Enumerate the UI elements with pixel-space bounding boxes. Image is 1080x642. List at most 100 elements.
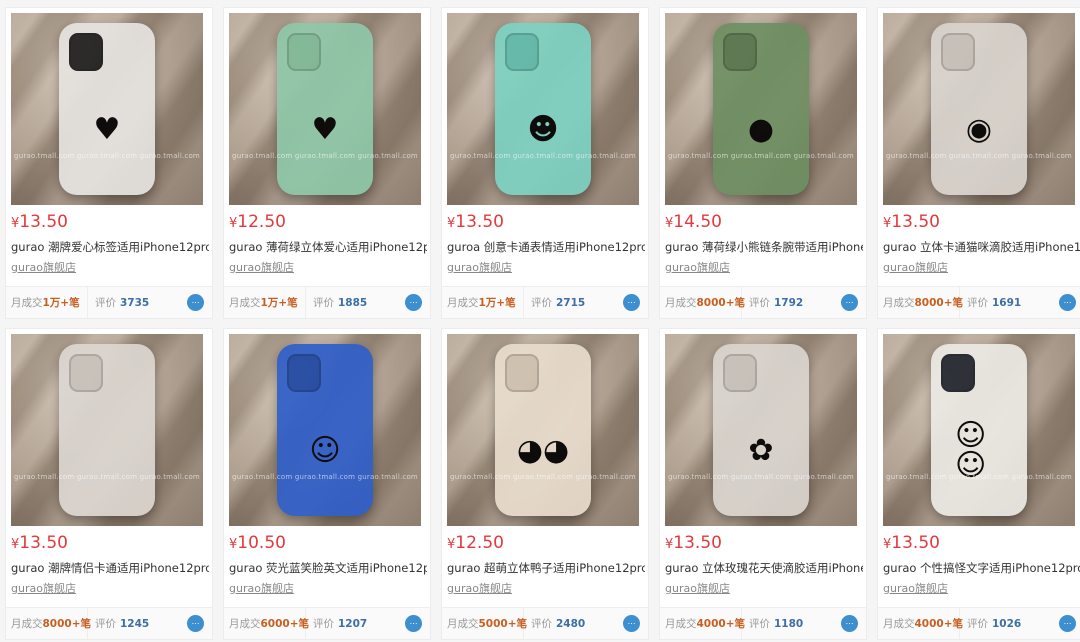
sales-value: 4000+笔 [696,618,746,630]
review-value: 1792 [774,296,804,309]
camera-cutout [69,33,103,71]
price-value: 13.50 [891,533,940,553]
product-card[interactable]: ☺☺ gurao.tmall.com gurao.tmall.com gurao… [877,328,1080,640]
shop-link[interactable]: gurao旗舰店 [665,582,730,596]
product-image[interactable]: ✿ gurao.tmall.com gurao.tmall.com gurao.… [665,334,857,526]
product-title[interactable]: gurao 薄荷绿立体爱心适用iPhone12pr [229,240,427,254]
product-image[interactable]: ◉ gurao.tmall.com gurao.tmall.com gurao.… [883,13,1075,205]
product-card[interactable]: ✿ gurao.tmall.com gurao.tmall.com gurao.… [659,328,867,640]
product-grid: ♥ gurao.tmall.com gurao.tmall.com gurao.… [0,0,1080,642]
watermark: gurao.tmall.com gurao.tmall.com gurao.tm… [450,473,636,481]
review-label: 评价 [95,618,116,630]
shop-link[interactable]: gurao旗舰店 [883,582,948,596]
sales-label: 月成交 [883,618,915,630]
phone-case: ♥ [277,23,373,195]
shop-link[interactable]: gurao旗舰店 [447,261,512,275]
product-image[interactable]: ☺ gurao.tmall.com gurao.tmall.com gurao.… [229,334,421,526]
product-title[interactable]: gurao 立体卡通猫咪滴胶适用iPhone12 [883,240,1080,254]
product-stats: 月成交 8000+笔 评价 1792 ⋯ [660,286,866,318]
phone-case [59,344,155,516]
monthly-sales: 月成交 5000+笔 [442,608,527,639]
product-card[interactable]: gurao.tmall.com gurao.tmall.com gurao.tm… [5,328,213,640]
wangwang-chat-icon[interactable]: ⋯ [187,615,204,632]
product-stats: 月成交 1万+笔 评价 2715 ⋯ [442,286,648,318]
watermark: gurao.tmall.com gurao.tmall.com gurao.tm… [668,473,854,481]
case-decoration: ☺☺ [955,417,987,483]
product-image[interactable]: ☺☺ gurao.tmall.com gurao.tmall.com gurao… [883,334,1075,526]
product-title[interactable]: gurao 薄荷绿小熊链条腕带适用iPhone [665,240,863,254]
product-price: ¥13.50 [665,533,722,555]
product-price: ¥14.50 [665,212,722,234]
case-decoration: ✿ [748,432,774,468]
phone-case: ☻ [495,23,591,195]
product-stats: 月成交 4000+笔 评价 1180 ⋯ [660,607,866,639]
watermark: gurao.tmall.com gurao.tmall.com gurao.tm… [886,473,1072,481]
product-image[interactable]: gurao.tmall.com gurao.tmall.com gurao.tm… [11,334,203,526]
price-value: 14.50 [673,212,722,232]
sales-label: 月成交 [883,297,915,309]
wangwang-chat-icon[interactable]: ⋯ [841,294,858,311]
shop-link[interactable]: gurao旗舰店 [229,261,294,275]
product-title[interactable]: gurao 立体玫瑰花天使滴胶适用iPhone [665,561,863,575]
monthly-sales: 月成交 8000+笔 [660,287,745,318]
wangwang-chat-icon[interactable]: ⋯ [187,294,204,311]
wangwang-chat-icon[interactable]: ⋯ [405,615,422,632]
shop-link[interactable]: gurao旗舰店 [11,261,76,275]
sales-value: 1万+笔 [478,297,516,309]
wangwang-chat-icon[interactable]: ⋯ [1059,294,1076,311]
watermark: gurao.tmall.com gurao.tmall.com gurao.tm… [14,473,200,481]
price-value: 13.50 [673,533,722,553]
price-value: 13.50 [19,533,68,553]
shop-link[interactable]: gurao旗舰店 [665,261,730,275]
sales-label: 月成交 [665,618,697,630]
product-title[interactable]: guroa 创意卡通表情适用iPhone12pro [447,240,645,254]
product-stats: 月成交 1万+笔 评价 3735 ⋯ [6,286,212,318]
product-card[interactable]: ♥ gurao.tmall.com gurao.tmall.com gurao.… [5,7,213,319]
product-title[interactable]: gurao 潮牌爱心标签适用iPhone12pro [11,240,209,254]
product-title[interactable]: gurao 潮牌情侣卡通适用iPhone12pro [11,561,209,575]
review-value: 1245 [120,617,150,630]
product-image[interactable]: ● gurao.tmall.com gurao.tmall.com gurao.… [665,13,857,205]
product-card[interactable]: ● gurao.tmall.com gurao.tmall.com gurao.… [659,7,867,319]
sales-value: 8000+笔 [42,618,92,630]
product-price: ¥13.50 [11,533,68,555]
watermark: gurao.tmall.com gurao.tmall.com gurao.tm… [232,473,418,481]
case-decoration: ☺ [309,432,341,468]
shop-link[interactable]: gurao旗舰店 [229,582,294,596]
wangwang-chat-icon[interactable]: ⋯ [623,615,640,632]
product-image[interactable]: ◕◕ gurao.tmall.com gurao.tmall.com gurao… [447,334,639,526]
monthly-sales: 月成交 8000+笔 [6,608,91,639]
product-card[interactable]: ◉ gurao.tmall.com gurao.tmall.com gurao.… [877,7,1080,319]
monthly-sales: 月成交 4000+笔 [878,608,963,639]
review-label: 评价 [95,297,116,309]
product-title[interactable]: gurao 荧光蓝笑脸英文适用iPhone12pr [229,561,427,575]
wangwang-chat-icon[interactable]: ⋯ [405,294,422,311]
product-price: ¥12.50 [447,533,504,555]
product-card[interactable]: ◕◕ gurao.tmall.com gurao.tmall.com gurao… [441,328,649,640]
product-card[interactable]: ☺ gurao.tmall.com gurao.tmall.com gurao.… [223,328,431,640]
product-price: ¥13.50 [883,533,940,555]
wangwang-chat-icon[interactable]: ⋯ [1059,615,1076,632]
product-image[interactable]: ♥ gurao.tmall.com gurao.tmall.com gurao.… [229,13,421,205]
watermark: gurao.tmall.com gurao.tmall.com gurao.tm… [450,152,636,160]
product-title[interactable]: gurao 个性搞怪文字适用iPhone12pro [883,561,1080,575]
review-value: 1885 [338,296,368,309]
sales-label: 月成交 [229,618,261,630]
product-card[interactable]: ♥ gurao.tmall.com gurao.tmall.com gurao.… [223,7,431,319]
product-card[interactable]: ☻ gurao.tmall.com gurao.tmall.com gurao.… [441,7,649,319]
camera-cutout [941,33,975,71]
product-image[interactable]: ♥ gurao.tmall.com gurao.tmall.com gurao.… [11,13,203,205]
shop-link[interactable]: gurao旗舰店 [883,261,948,275]
wangwang-chat-icon[interactable]: ⋯ [841,615,858,632]
product-title[interactable]: gurao 超萌立体鸭子适用iPhone12pro [447,561,645,575]
product-price: ¥10.50 [229,533,286,555]
product-image[interactable]: ☻ gurao.tmall.com gurao.tmall.com gurao.… [447,13,639,205]
shop-link[interactable]: gurao旗舰店 [447,582,512,596]
product-stats: 月成交 6000+笔 评价 1207 ⋯ [224,607,430,639]
review-value: 1207 [338,617,368,630]
review-label: 评价 [749,618,770,630]
wangwang-chat-icon[interactable]: ⋯ [623,294,640,311]
shop-link[interactable]: gurao旗舰店 [11,582,76,596]
phone-case: ● [713,23,809,195]
price-value: 12.50 [455,533,504,553]
